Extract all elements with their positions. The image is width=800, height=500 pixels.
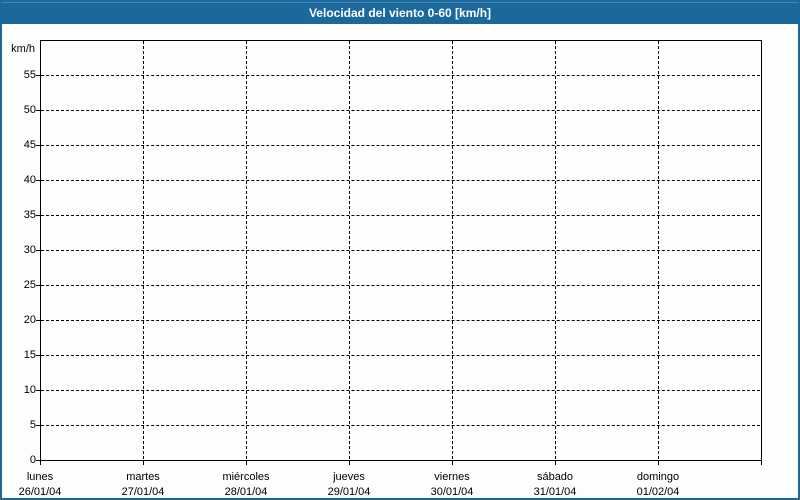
y-axis-tick-label: 30 xyxy=(2,244,36,256)
x-axis-tick xyxy=(555,461,556,465)
day-date-label: 28/01/04 xyxy=(201,485,291,500)
x-axis-day-label: martes27/01/04 xyxy=(98,470,188,500)
day-name-label: martes xyxy=(98,470,188,485)
x-gridline xyxy=(143,41,144,459)
y-axis-tick xyxy=(36,250,41,251)
y-gridline xyxy=(41,355,760,356)
x-gridline xyxy=(452,41,453,459)
y-gridline xyxy=(41,145,760,146)
x-axis-day-label: lunes26/01/04 xyxy=(0,470,85,500)
x-axis-tick xyxy=(658,461,659,465)
y-axis-tick-label: 5 xyxy=(2,419,36,431)
y-axis-unit-label: km/h xyxy=(2,43,35,55)
chart-title-bar: Velocidad del viento 0-60 [km/h] xyxy=(2,2,798,24)
x-axis-day-label: viernes30/01/04 xyxy=(407,470,497,500)
y-gridline xyxy=(41,215,760,216)
y-axis-tick-label: 35 xyxy=(2,209,36,221)
day-name-label: lunes xyxy=(0,470,85,485)
y-axis-tick-label: 50 xyxy=(2,104,36,116)
x-axis-day-label: jueves29/01/04 xyxy=(304,470,394,500)
y-axis-tick xyxy=(36,425,41,426)
y-gridline xyxy=(41,285,760,286)
y-gridline xyxy=(41,250,760,251)
y-axis-tick-label: 25 xyxy=(2,279,36,291)
y-gridline xyxy=(41,75,760,76)
day-name-label: jueves xyxy=(304,470,394,485)
y-gridline xyxy=(41,180,760,181)
day-date-label: 26/01/04 xyxy=(0,485,85,500)
y-axis-tick xyxy=(36,145,41,146)
day-name-label: miércoles xyxy=(201,470,291,485)
y-axis-tick xyxy=(36,285,41,286)
y-axis-tick-label: 10 xyxy=(2,384,36,396)
wind-speed-chart-widget: Velocidad del viento 0-60 [km/h] km/h 0 5… xyxy=(0,0,800,500)
day-date-label: 30/01/04 xyxy=(407,485,497,500)
x-gridline xyxy=(658,41,659,459)
x-axis-day-label: domingo01/02/04 xyxy=(613,470,703,500)
day-date-label: 31/01/04 xyxy=(510,485,600,500)
x-axis-day-label: sábado31/01/04 xyxy=(510,470,600,500)
day-date-label: 29/01/04 xyxy=(304,485,394,500)
chart-title: Velocidad del viento 0-60 [km/h] xyxy=(2,3,798,23)
day-date-label: 01/02/04 xyxy=(613,485,703,500)
y-axis-tick xyxy=(36,75,41,76)
y-gridline xyxy=(41,110,760,111)
day-name-label: domingo xyxy=(613,470,703,485)
x-axis-tick xyxy=(40,461,41,465)
y-axis-tick-label: 40 xyxy=(2,174,36,186)
x-axis-tick xyxy=(246,461,247,465)
y-gridline xyxy=(41,425,760,426)
y-axis-tick-label: 15 xyxy=(2,349,36,361)
y-axis-tick xyxy=(36,215,41,216)
y-axis-tick-label: 55 xyxy=(2,69,36,81)
y-axis-tick xyxy=(36,320,41,321)
day-name-label: viernes xyxy=(407,470,497,485)
x-axis-tick xyxy=(761,461,762,465)
x-axis-tick xyxy=(143,461,144,465)
x-gridline xyxy=(555,41,556,459)
y-gridline xyxy=(41,320,760,321)
y-gridline xyxy=(41,390,760,391)
x-axis-tick xyxy=(349,461,350,465)
y-axis-tick-label: 0 xyxy=(2,454,36,466)
day-date-label: 27/01/04 xyxy=(98,485,188,500)
x-axis-day-label: miércoles28/01/04 xyxy=(201,470,291,500)
x-gridline xyxy=(349,41,350,459)
y-axis-tick-label: 20 xyxy=(2,314,36,326)
x-gridline xyxy=(246,41,247,459)
y-axis-tick xyxy=(36,110,41,111)
y-axis-tick-label: 45 xyxy=(2,139,36,151)
x-axis-tick xyxy=(452,461,453,465)
y-axis-tick xyxy=(36,180,41,181)
y-axis-tick xyxy=(36,355,41,356)
y-axis-tick xyxy=(36,390,41,391)
day-name-label: sábado xyxy=(510,470,600,485)
